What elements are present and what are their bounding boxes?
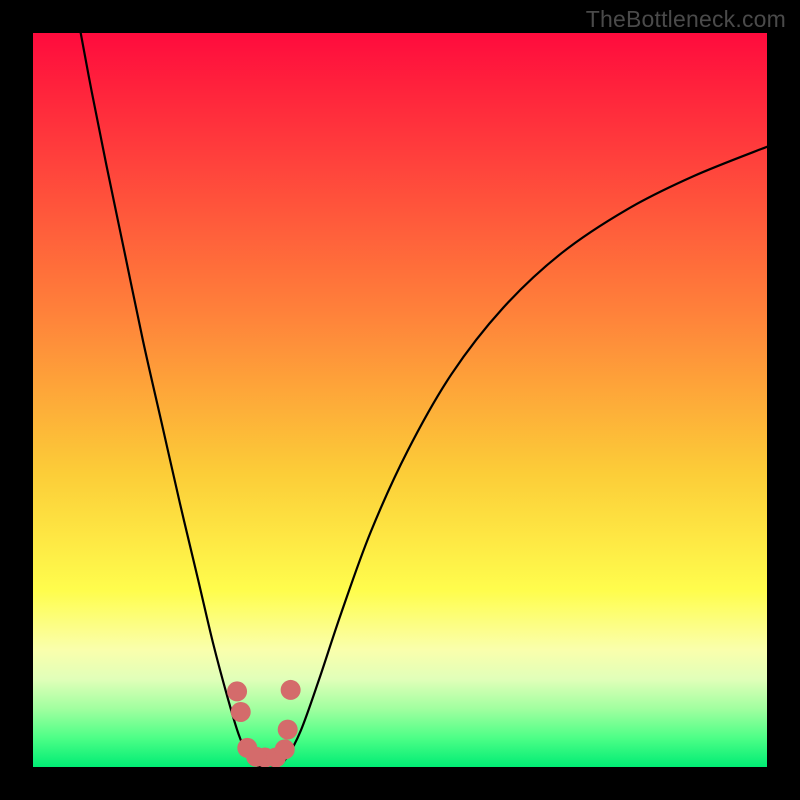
highlight-marker bbox=[227, 681, 247, 701]
plot-area bbox=[33, 33, 767, 767]
gradient-background bbox=[33, 33, 767, 767]
highlight-marker bbox=[281, 680, 301, 700]
chart-frame: TheBottleneck.com bbox=[0, 0, 800, 800]
highlight-marker bbox=[231, 702, 251, 722]
chart-svg bbox=[33, 33, 767, 767]
watermark-text: TheBottleneck.com bbox=[586, 6, 786, 33]
highlight-marker bbox=[275, 739, 295, 759]
highlight-marker bbox=[278, 720, 298, 740]
